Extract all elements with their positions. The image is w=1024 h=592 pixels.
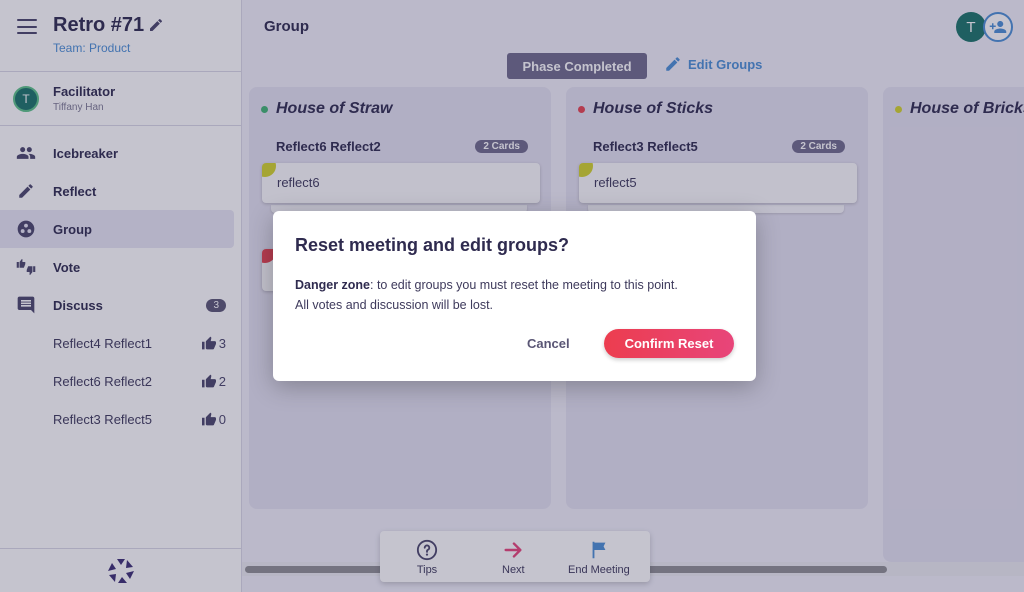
dialog-text-line2: All votes and discussion will be lost. xyxy=(295,298,494,312)
dialog-body: Danger zone: to edit groups you must res… xyxy=(295,275,735,315)
dialog-text-line1: : to edit groups you must reset the meet… xyxy=(370,278,678,292)
danger-zone-label: Danger zone xyxy=(295,278,371,292)
confirm-reset-button[interactable]: Confirm Reset xyxy=(604,329,734,358)
dialog-title: Reset meeting and edit groups? xyxy=(295,235,570,255)
cancel-button[interactable]: Cancel xyxy=(527,336,570,351)
reset-meeting-dialog: Reset meeting and edit groups? Danger zo… xyxy=(273,211,756,381)
